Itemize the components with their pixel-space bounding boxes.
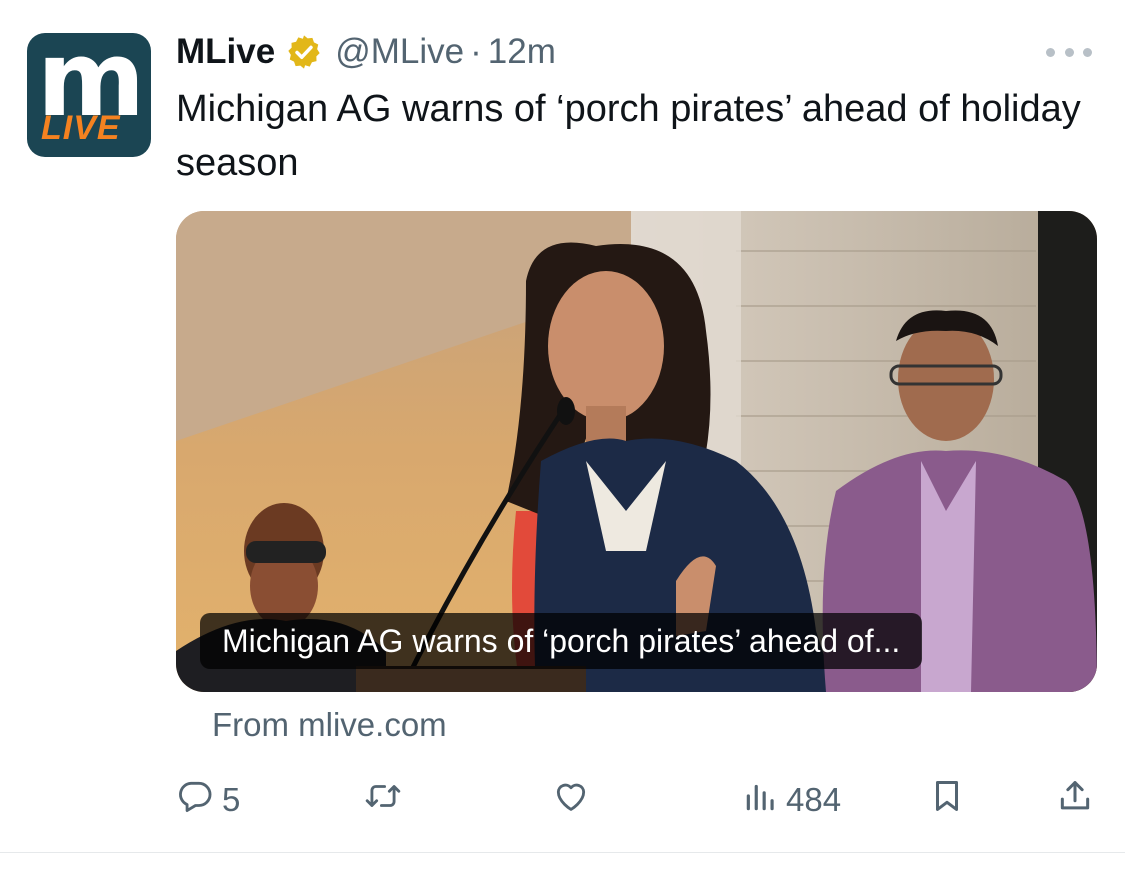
heart-icon (552, 777, 590, 823)
timestamp[interactable]: 12m (488, 32, 556, 72)
separator-dot: · (470, 32, 482, 71)
author-handle[interactable]: @MLive (335, 32, 464, 72)
link-source[interactable]: From mlive.com (212, 706, 447, 744)
more-dot (1083, 47, 1092, 57)
link-card-caption: Michigan AG warns of ‘porch pirates’ ahe… (200, 613, 923, 669)
tweet[interactable]: m LIVE MLive @MLive · 12m Michigan AG wa… (0, 0, 1125, 877)
bookmark-button[interactable] (928, 772, 966, 828)
avatar-logo-sub: LIVE (41, 109, 121, 147)
author-name[interactable]: MLive (176, 32, 275, 72)
views-button[interactable]: 484 (742, 772, 841, 828)
more-dots-icon[interactable] (1046, 40, 1092, 64)
more-dot (1064, 47, 1074, 57)
action-bar: 5 484 (176, 772, 1097, 828)
like-button[interactable] (552, 772, 590, 828)
retweet-button[interactable] (364, 772, 402, 828)
tweet-header: MLive @MLive · 12m (176, 29, 556, 75)
reply-icon (176, 777, 214, 823)
bookmark-icon (928, 777, 966, 823)
avatar[interactable]: m LIVE (27, 33, 151, 157)
verified-badge-icon[interactable] (285, 33, 323, 71)
share-button[interactable] (1056, 772, 1094, 828)
views-chart-icon (742, 777, 780, 823)
reply-button[interactable]: 5 (176, 772, 240, 828)
reply-count: 5 (222, 781, 241, 818)
tweet-divider (0, 852, 1125, 853)
retweet-icon (364, 777, 402, 823)
more-dot (1046, 47, 1055, 57)
tweet-text: Michigan AG warns of ‘porch pirates’ ahe… (176, 88, 1081, 184)
views-count: 484 (786, 781, 842, 818)
share-icon (1056, 777, 1094, 823)
link-card[interactable]: Michigan AG warns of ‘porch pirates’ ahe… (176, 211, 1097, 692)
